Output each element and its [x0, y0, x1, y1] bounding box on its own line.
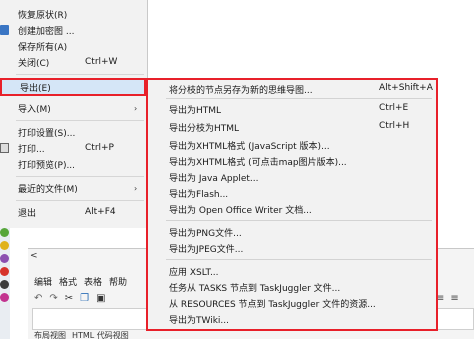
export-submenu: 将分枝的节点另存为新的思维导图... Alt+Shift+A 导出为HTML C… — [146, 78, 438, 331]
menu-item-shortcut: Alt+Shift+A — [379, 83, 433, 93]
menu-item-label: 导出为XHTML格式 (JavaScript 版本)... — [169, 142, 330, 152]
green-circle-icon[interactable] — [0, 228, 9, 237]
menu-item-shortcut: Ctrl+H — [379, 121, 410, 131]
menu-item-shortcut: Ctrl+P — [85, 143, 114, 153]
menu-item-close[interactable]: 关闭(C) Ctrl+W — [0, 54, 146, 70]
cut-icon[interactable]: ✂ — [65, 293, 73, 304]
export-png[interactable]: 导出为PNG文件... — [148, 224, 436, 239]
menu-item-label: 导出为JPEG文件... — [169, 245, 244, 255]
menu-item-label: 导出(E) — [20, 83, 51, 94]
export-java-applet[interactable]: 导出为 Java Applet... — [148, 169, 436, 184]
editor-menubar: 编辑 格式 表格 帮助 — [34, 275, 127, 288]
menu-item-label: 将分枝的节点另存为新的思维导图... — [169, 86, 313, 96]
export-apply-xslt[interactable]: 应用 XSLT... — [148, 263, 436, 278]
menu-item-exit[interactable]: 退出 Alt+F4 — [0, 204, 146, 220]
export-html[interactable]: 导出为HTML Ctrl+E — [148, 101, 436, 116]
dark-circle-icon[interactable] — [0, 280, 9, 289]
menu-separator — [16, 200, 144, 201]
export-resources-taskjuggler[interactable]: 从 RESOURCES 节点到 TaskJuggler 文件的资源... — [148, 295, 436, 310]
tab-layout-view[interactable]: 布局视图 — [34, 330, 66, 339]
menu-item-label: 应用 XSLT... — [169, 268, 219, 278]
side-icon-list — [0, 228, 10, 306]
menu-item-label: 导出为PNG文件... — [169, 229, 242, 239]
export-xhtml-javascript[interactable]: 导出为XHTML格式 (JavaScript 版本)... — [148, 137, 436, 152]
menu-item-label: 任务从 TASKS 节点到 TaskJuggler 文件... — [169, 284, 341, 294]
encrypted-map-icon — [0, 25, 9, 35]
submenu-arrow-icon: › — [134, 103, 138, 113]
menu-table[interactable]: 表格 — [84, 275, 102, 288]
menu-item-recent-files[interactable]: 最近的文件(M) › — [0, 180, 146, 196]
red-circle-icon[interactable] — [0, 267, 9, 276]
menu-item-label: 导出为 Open Office Writer 文档... — [169, 206, 312, 216]
undo-icon[interactable]: ↶ — [34, 293, 42, 304]
yellow-circle-icon[interactable] — [0, 241, 9, 250]
menu-item-label: 关闭(C) — [18, 58, 50, 69]
export-save-branch-as-map[interactable]: 将分枝的节点另存为新的思维导图... Alt+Shift+A — [148, 81, 436, 96]
menu-item-print-setup[interactable]: 打印设置(S)... — [0, 124, 146, 140]
menu-item-print[interactable]: 打印... Ctrl+P — [0, 140, 146, 156]
editor-view-tabs: 布局视图 HTML 代码视图 — [34, 330, 129, 339]
export-flash[interactable]: 导出为Flash... — [148, 185, 436, 200]
align-justify-icon[interactable]: ≡ — [450, 293, 458, 304]
menu-separator — [166, 220, 432, 221]
file-menu: 恢复原状(R) 创建加密图 ... 保存所有(A) 关闭(C) Ctrl+W 导… — [0, 0, 148, 228]
menu-item-label: 创建加密图 ... — [18, 26, 75, 37]
menu-separator — [166, 98, 432, 99]
redo-icon[interactable]: ↷ — [49, 293, 57, 304]
printer-icon — [0, 143, 9, 153]
export-xhtml-clickable-map[interactable]: 导出为XHTML格式 (可点击map图片版本)... — [148, 153, 436, 168]
menu-item-label: 打印预览(P)... — [18, 160, 76, 171]
menu-item-label: 退出 — [18, 208, 37, 219]
menu-item-shortcut: Ctrl+W — [85, 57, 118, 67]
menu-item-label: 保存所有(A) — [18, 42, 68, 53]
menu-separator — [16, 176, 144, 177]
menu-item-create-encrypted[interactable]: 创建加密图 ... — [0, 22, 146, 38]
menu-item-label: 导出为Flash... — [169, 190, 229, 200]
menu-item-label: 导出为HTML — [169, 106, 222, 116]
menu-separator — [166, 259, 432, 260]
menu-item-label: 打印... — [18, 144, 45, 155]
export-open-office-writer[interactable]: 导出为 Open Office Writer 文档... — [148, 201, 436, 216]
copy-icon[interactable]: ❐ — [80, 293, 89, 304]
menu-item-label: 打印设置(S)... — [18, 128, 76, 139]
menu-item-import[interactable]: 导入(M) › — [0, 100, 146, 116]
menu-item-label: 从 RESOURCES 节点到 TaskJuggler 文件的资源... — [169, 300, 376, 310]
export-tasks-taskjuggler[interactable]: 任务从 TASKS 节点到 TaskJuggler 文件... — [148, 279, 436, 294]
export-jpeg[interactable]: 导出为JPEG文件... — [148, 240, 436, 255]
export-twiki[interactable]: 导出为TWiki... — [148, 311, 436, 326]
menu-item-label: 恢复原状(R) — [18, 10, 68, 21]
menu-separator — [16, 74, 144, 75]
menu-item-shortcut: Alt+F4 — [85, 207, 116, 217]
menu-item-label: 导出为TWiki... — [169, 316, 229, 326]
menu-item-label: 导出为 Java Applet... — [169, 174, 259, 184]
paste-icon[interactable]: ▣ — [96, 293, 105, 304]
menu-item-export[interactable]: 导出(E) — [0, 78, 146, 96]
submenu-arrow-icon: › — [134, 183, 138, 193]
editor-toolbar: ↶ ↷ ✂ ❐ ▣ — [34, 293, 106, 304]
menu-item-shortcut: Ctrl+E — [379, 103, 409, 113]
menu-item-label: 导出为XHTML格式 (可点击map图片版本)... — [169, 158, 347, 168]
collapse-arrow-icon[interactable]: < — [30, 251, 38, 261]
export-branch-html[interactable]: 导出分枝为HTML Ctrl+H — [148, 119, 436, 134]
menu-item-print-preview[interactable]: 打印预览(P)... — [0, 156, 146, 172]
menu-item-label: 最近的文件(M) — [18, 184, 78, 195]
purple-circle-icon[interactable] — [0, 254, 9, 263]
menu-format[interactable]: 格式 — [59, 275, 77, 288]
menu-edit[interactable]: 编辑 — [34, 275, 52, 288]
menu-item-label: 导入(M) — [18, 104, 51, 115]
tab-html-code-view[interactable]: HTML 代码视图 — [72, 330, 129, 339]
menu-separator — [16, 120, 144, 121]
align-tools: ≡ ≡ — [436, 293, 459, 304]
magenta-circle-icon[interactable] — [0, 293, 9, 302]
menu-help[interactable]: 帮助 — [109, 275, 127, 288]
menu-item-save-all[interactable]: 保存所有(A) — [0, 38, 146, 54]
menu-item-label: 导出分枝为HTML — [169, 124, 240, 134]
menu-item-revert[interactable]: 恢复原状(R) — [0, 6, 146, 22]
